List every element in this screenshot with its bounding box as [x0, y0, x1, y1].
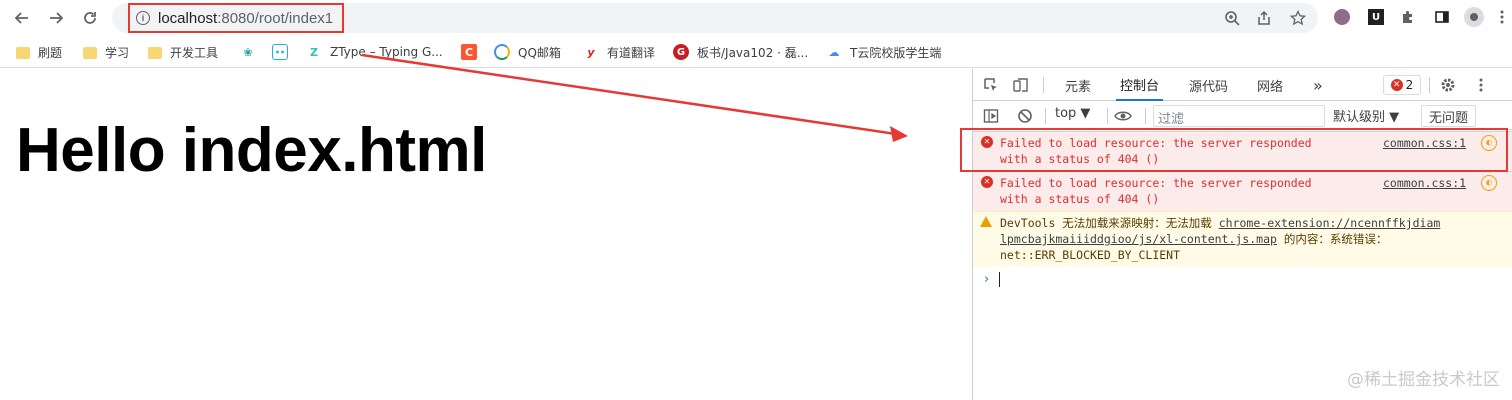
divider [1045, 108, 1046, 124]
more-vert-icon[interactable] [1492, 7, 1512, 27]
profile-extension-icon[interactable] [1332, 7, 1352, 27]
clear-console-icon[interactable] [1015, 106, 1035, 126]
device-toggle-icon[interactable] [1011, 75, 1031, 95]
error-icon: ✕ [1390, 79, 1403, 91]
page-heading: Hello index.html [16, 116, 487, 185]
watermark: @稀土掘金技术社区 [1347, 370, 1500, 390]
bookmarks-bar: 刷题 学习 开发工具 ❀ •• Z ZType – Typing G... C … [0, 36, 1512, 68]
divider [1145, 108, 1146, 124]
csdn-icon: C [461, 44, 477, 60]
star-icon[interactable] [1288, 8, 1308, 28]
folder-icon [83, 47, 97, 59]
back-button[interactable] [10, 6, 34, 30]
divider [1107, 108, 1108, 124]
bookmark-tyun[interactable]: ☁ T云院校版学生端 [826, 42, 942, 62]
gitee-icon: G [673, 44, 689, 60]
bookmark-gitee[interactable]: G 板书/Java102 · 磊... [673, 42, 808, 62]
log-level-dropdown[interactable]: 默认级别 ▼ [1333, 106, 1399, 125]
more-vert-icon[interactable] [1471, 75, 1491, 95]
source-link[interactable]: common.css:1 [1383, 175, 1466, 191]
ztype-icon: Z [310, 45, 318, 59]
bilibili-icon: •• [272, 44, 288, 60]
browser-toolbar: i localhost:8080/root/index1 U [0, 0, 1512, 36]
avatar[interactable] [1464, 7, 1484, 27]
cloud-icon: ☁ [828, 45, 840, 59]
side-panel-icon[interactable] [1432, 7, 1452, 27]
console-input-cursor[interactable] [999, 272, 1000, 287]
address-bar[interactable]: i localhost:8080/root/index1 [112, 3, 1318, 33]
arrow-left-icon [14, 12, 28, 24]
devtools-panel: 元素 控制台 源代码 网络 » ✕ 2 top ▼ 过滤 默认级别 ▼ 无问题 … [972, 69, 1512, 400]
reload-icon [84, 12, 96, 24]
bookmark-folder[interactable]: 学习 [83, 42, 129, 62]
error-highlight-box [960, 128, 1508, 172]
bookmark-folder[interactable]: 刷题 [16, 42, 62, 62]
bookmark-ztype[interactable]: Z ZType – Typing G... [306, 42, 443, 62]
bookmark-folder[interactable]: 开发工具 [148, 42, 218, 62]
puzzle-icon[interactable] [1398, 7, 1418, 27]
url-highlight[interactable]: i localhost:8080/root/index1 [128, 3, 344, 33]
context-selector[interactable]: top ▼ [1055, 106, 1090, 121]
inspect-element-icon[interactable] [981, 75, 1001, 95]
more-tabs-button[interactable]: » [1309, 69, 1327, 101]
bookmark-youdao[interactable]: y 有道翻译 [583, 42, 655, 62]
sidebar-toggle-icon[interactable] [981, 106, 1001, 126]
tab-elements[interactable]: 元素 [1061, 69, 1095, 101]
bookmark-csdn[interactable]: C [461, 42, 485, 62]
page-viewport: Hello index.html [0, 69, 972, 400]
folder-icon [16, 47, 30, 59]
forward-button[interactable] [44, 6, 68, 30]
error-count-badge[interactable]: ✕ 2 [1383, 75, 1421, 95]
insights-icon[interactable]: ◐ [1481, 175, 1497, 191]
qqmail-icon [494, 44, 510, 60]
issues-button[interactable]: 无问题 [1421, 105, 1477, 127]
eye-icon[interactable] [1113, 106, 1133, 126]
zoom-icon[interactable] [1222, 8, 1242, 28]
bookmark-qqmail[interactable]: QQ邮箱 [494, 42, 561, 62]
console-error-message: ✕ Failed to load resource: the server re… [973, 171, 1512, 211]
url-text[interactable]: localhost:8080/root/index1 [158, 10, 333, 27]
settings-gear-icon[interactable] [1438, 75, 1458, 95]
share-icon[interactable] [1254, 8, 1274, 28]
leaf-icon: ❀ [243, 45, 253, 59]
divider [1043, 77, 1044, 93]
info-icon[interactable]: i [136, 11, 150, 25]
bookmark-leaf[interactable]: ❀ [240, 42, 264, 62]
filter-input[interactable]: 过滤 [1153, 105, 1325, 127]
reload-button[interactable] [78, 6, 102, 30]
u-extension-icon[interactable]: U [1366, 7, 1386, 27]
console-toolbar: top ▼ 过滤 默认级别 ▼ 无问题 [973, 102, 1512, 130]
tab-network[interactable]: 网络 [1253, 69, 1287, 101]
error-icon: ✕ [981, 176, 993, 188]
arrow-right-icon [50, 12, 64, 24]
console-warning-message: DevTools 无法加载来源映射：无法加载 chrome-extension:… [973, 211, 1512, 267]
devtools-tabbar: 元素 控制台 源代码 网络 » ✕ 2 [973, 69, 1512, 101]
tab-sources[interactable]: 源代码 [1185, 69, 1232, 101]
youdao-icon: y [587, 45, 595, 59]
divider [1429, 77, 1430, 93]
console-prompt: › [984, 272, 990, 287]
bookmark-bilibili[interactable]: •• [272, 42, 296, 62]
warning-icon [980, 216, 992, 227]
tab-console[interactable]: 控制台 [1116, 69, 1164, 101]
folder-icon [148, 47, 162, 59]
